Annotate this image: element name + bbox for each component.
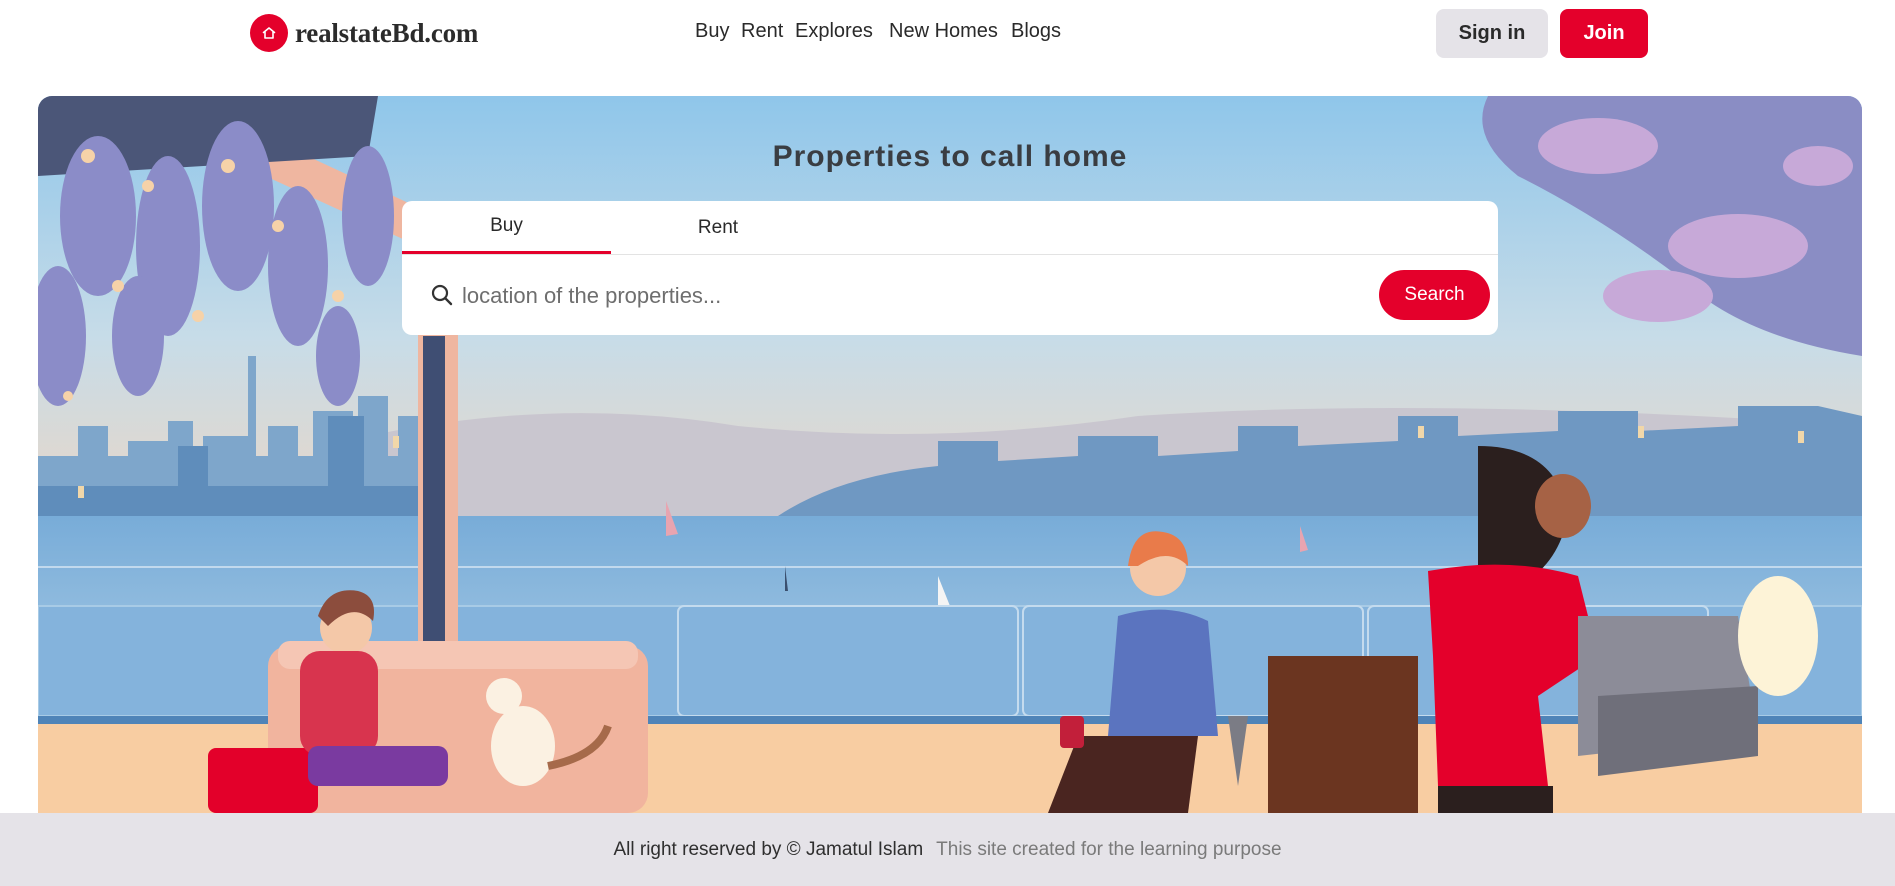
hero-title: Properties to call home [772, 140, 1128, 173]
nav-link-buy[interactable]: Buy [695, 20, 729, 43]
footer-note: This site created for the learning purpo… [936, 838, 1282, 860]
search-card: Buy Rent Search [402, 201, 1498, 335]
hero-banner: Properties to call home Buy Rent Search [38, 96, 1862, 813]
search-button[interactable]: Search [1379, 270, 1490, 320]
site-footer: All right reserved by © Jamatul Islam Th… [0, 813, 1895, 886]
tab-divider [402, 254, 1498, 255]
join-button[interactable]: Join [1560, 9, 1648, 58]
location-search-input[interactable] [462, 275, 1342, 317]
nav-link-rent[interactable]: Rent [741, 20, 783, 43]
copyright-text: All right reserved by © Jamatul Islam [613, 838, 924, 860]
search-icon [430, 283, 454, 307]
tab-buy[interactable]: Buy [402, 201, 611, 254]
nav-link-blogs[interactable]: Blogs [1011, 20, 1061, 43]
nav-link-explores[interactable]: Explores [795, 20, 873, 43]
top-navbar: realstateBd.com Buy Rent Explores New Ho… [0, 0, 1895, 68]
sign-in-button[interactable]: Sign in [1436, 9, 1548, 58]
tab-rent[interactable]: Rent [611, 201, 825, 254]
nav-link-new-homes[interactable]: New Homes [889, 20, 998, 43]
